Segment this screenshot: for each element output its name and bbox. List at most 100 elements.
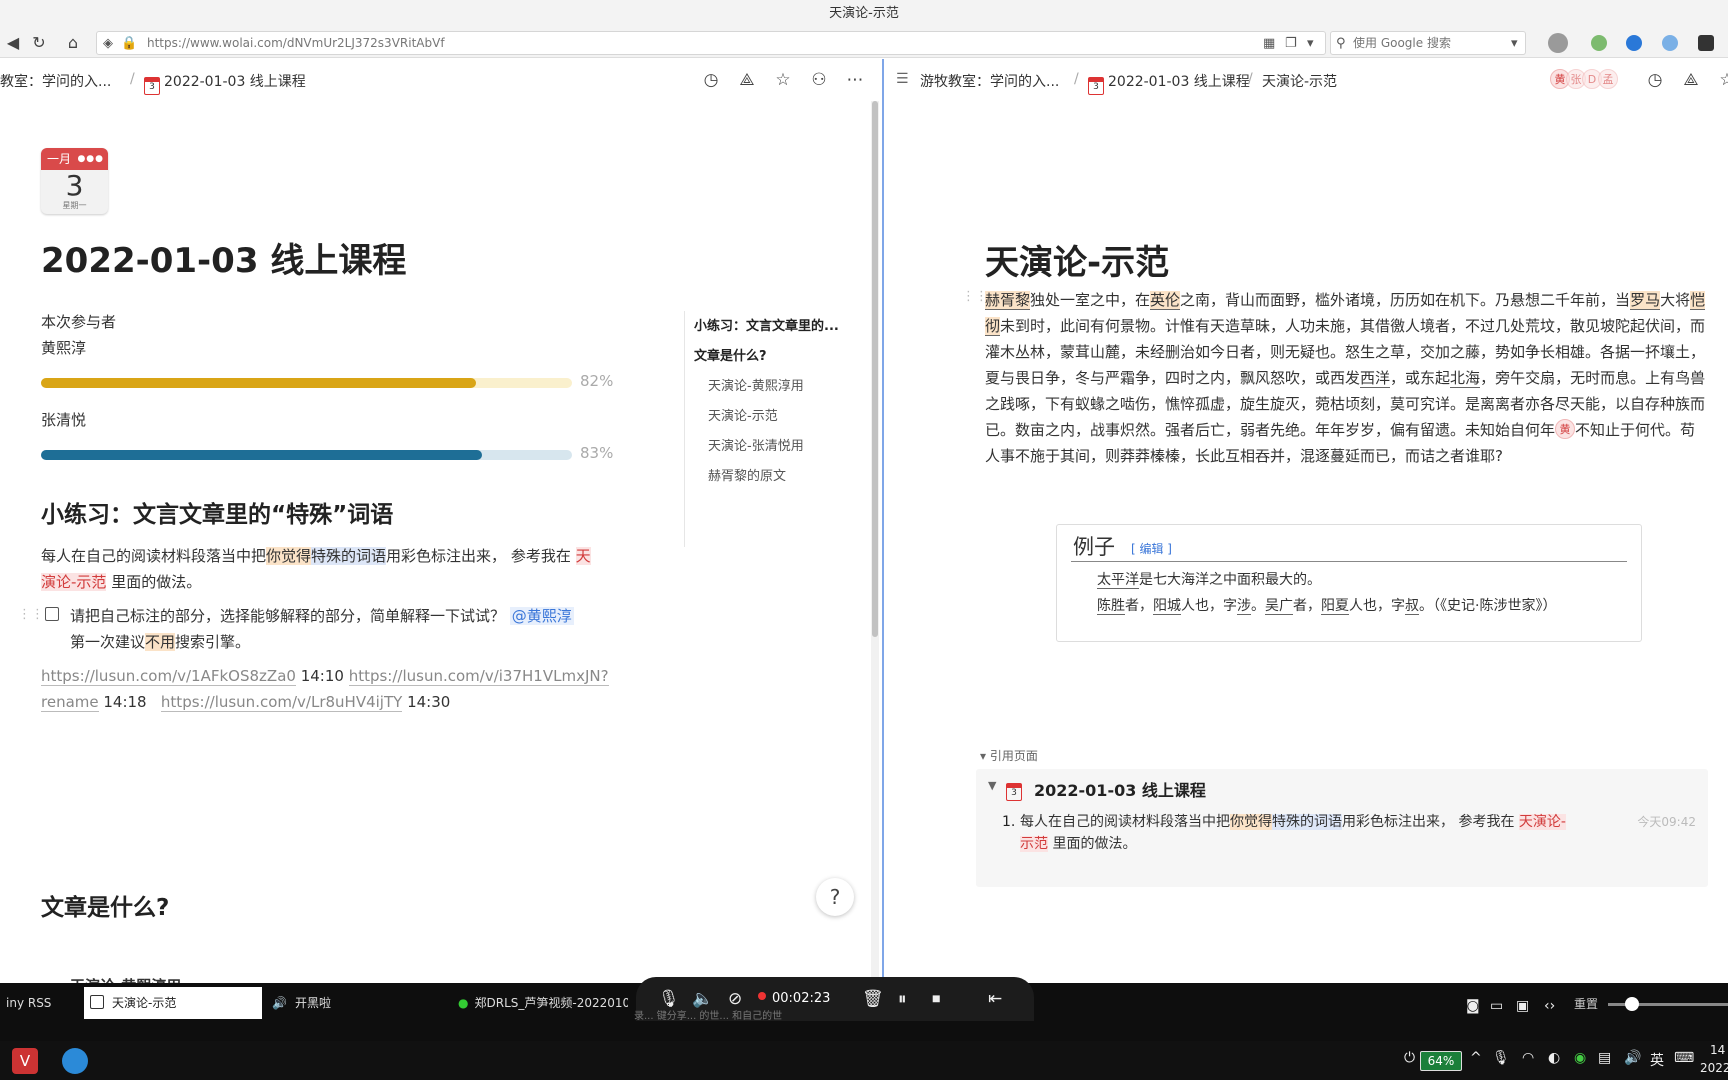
breadcrumb-item[interactable]: 3 2022-01-03 线上课程 <box>1088 71 1250 95</box>
share-user-icon[interactable]: ⚇ <box>808 69 830 91</box>
search-engine-dropdown-icon[interactable]: ▾ <box>1511 33 1518 55</box>
wechat-icon[interactable]: ◉ <box>1574 1050 1586 1066</box>
stop-icon[interactable]: ⏹ <box>932 989 941 1009</box>
task-tab[interactable]: ● 郑DRLS_芦笋视频-2022010 <box>452 987 628 1019</box>
battery-indicator[interactable]: 64% <box>1420 1051 1462 1071</box>
qr-code-icon[interactable]: ▦ <box>1263 33 1275 55</box>
scrollbar[interactable] <box>871 101 879 981</box>
pause-icon[interactable]: ⏸ <box>898 989 907 1009</box>
breadcrumb-item[interactable]: 游牧教室：学问的入... <box>920 71 1059 91</box>
toc-item[interactable]: 天演论-示范 <box>708 405 778 424</box>
dropdown-icon[interactable]: ▾ <box>1307 33 1314 55</box>
breadcrumb-item[interactable]: 教室：学问的入... <box>0 71 111 91</box>
url-field[interactable]: ◈ 🔒 https://www.wolai.com/dNVmUr2LJ372s3… <box>96 31 1326 55</box>
image-icon[interactable]: ▣ <box>1516 996 1529 1016</box>
history-icon[interactable]: ◷ <box>1644 69 1666 91</box>
exercise-paragraph-cont: 演论-示范 里面的做法。 <box>41 573 202 591</box>
code-icon[interactable]: ‹› <box>1544 996 1555 1016</box>
graph-icon[interactable]: ⟁ <box>736 69 758 91</box>
menu-icon[interactable]: ☰ <box>896 71 909 87</box>
backlink-title[interactable]: 2022-01-03 线上课程 <box>1034 777 1206 801</box>
ime-indicator[interactable]: 英 <box>1650 1050 1664 1070</box>
task-tab[interactable]: iny RSS <box>0 987 80 1019</box>
breadcrumb: ☰ 游牧教室：学问的入... / 3 2022-01-03 线上课程 / 天演论-… <box>884 59 1728 101</box>
search-icon: ⚲ <box>1336 36 1346 51</box>
video-link[interactable]: https://lusun.com/v/1AFkOS8zZa0 <box>41 667 296 686</box>
camera-off-icon[interactable]: ⊘ <box>728 989 742 1009</box>
participant-name: 黄熙淳 <box>41 339 87 357</box>
todo-checkbox[interactable] <box>45 607 59 621</box>
window-icon[interactable]: ▭ <box>1490 996 1503 1016</box>
example-edit-link[interactable]: [ 编辑 ] <box>1131 540 1172 557</box>
help-button[interactable]: ? <box>816 878 854 916</box>
home-icon[interactable]: ⌂ <box>62 32 84 54</box>
more-icon[interactable]: ⋯ <box>844 69 866 91</box>
trash-icon[interactable]: 🗑 <box>862 989 884 1009</box>
task-tab[interactable]: 🔊 开黑啦 <box>266 987 446 1019</box>
breadcrumb-item[interactable]: 3 2022-01-03 线上课程 <box>144 71 306 95</box>
sound-icon[interactable]: 🔊 <box>1624 1050 1641 1066</box>
tray-arrow-icon[interactable]: ^ <box>1470 1050 1482 1066</box>
volume-slider-knob[interactable] <box>1625 997 1639 1011</box>
search-input[interactable] <box>1353 34 1503 52</box>
cut-off-item: 天演论-黄熙淳用 <box>70 975 181 983</box>
video-link[interactable]: https://lusun.com/v/Lr8uHV4ijTY <box>160 693 403 712</box>
progress-track <box>41 378 572 388</box>
reset-label[interactable]: 重置 <box>1574 995 1598 1012</box>
microphone-icon[interactable]: 🎙 <box>658 989 680 1009</box>
search-field[interactable]: ⚲ ▾ <box>1330 31 1526 55</box>
clock-time: 14 <box>1710 1043 1726 1057</box>
extension-plane-icon[interactable] <box>1662 35 1678 51</box>
vpn-icon[interactable]: ◐ <box>1548 1050 1560 1066</box>
toc-item[interactable]: 天演论-张清悦用 <box>708 435 804 454</box>
reload-icon[interactable]: ↻ <box>28 32 50 54</box>
history-icon[interactable]: ◷ <box>700 69 722 91</box>
mention-badge[interactable]: 黄 <box>1555 419 1576 439</box>
window-title: 天演论-示范 <box>0 0 1728 28</box>
video-link[interactable]: https://lusun.com/v/i37H1VLmxJN? <box>348 667 609 686</box>
breadcrumb-item[interactable]: 天演论-示范 <box>1262 71 1337 91</box>
keyboard-icon[interactable]: ⌨ <box>1674 1050 1694 1066</box>
page-title: 2022-01-03 线上课程 <box>41 241 407 281</box>
page-link[interactable]: 演论-示范 <box>41 573 107 591</box>
calendar-weekday: 星期一 <box>62 201 87 210</box>
star-icon[interactable]: ☆ <box>1716 69 1728 91</box>
todo-text: 请把自己标注的部分，选择能够解释的部分，简单解释一下试试？ @黄熙淳 <box>70 607 574 625</box>
page-calendar-icon[interactable]: 一月 ●●● 3 星期一 <box>41 148 108 214</box>
video-link[interactable]: rename <box>41 693 99 712</box>
vivaldi-icon[interactable]: V <box>12 1048 38 1074</box>
toc-item[interactable]: 天演论-黄熙淳用 <box>708 375 804 394</box>
speaker-icon[interactable]: 🔈 <box>692 989 713 1009</box>
collaborator-avatars[interactable]: 黄张D孟 <box>1550 69 1618 89</box>
microphone-tray-icon[interactable]: 🎙 <box>1492 1050 1510 1066</box>
star-icon[interactable]: ☆ <box>772 69 794 91</box>
extension-bolt-icon[interactable] <box>1626 35 1642 51</box>
left-pane: 教室：学问的入... / 3 2022-01-03 线上课程 ◷ ⟁ ☆ ⚇ ⋯ … <box>0 59 880 983</box>
toc-item[interactable]: 小练习：文言文章里的... <box>694 315 839 334</box>
graph-icon[interactable]: ⟁ <box>1680 69 1702 91</box>
wifi-icon[interactable]: ◠ <box>1522 1050 1534 1066</box>
extension-dark-icon[interactable] <box>1698 35 1714 51</box>
breadcrumb-separator: / <box>130 71 135 87</box>
back-icon[interactable]: ◀ <box>2 32 24 54</box>
participant-name: 张清悦 <box>41 411 87 429</box>
progress-percent: 83% <box>580 444 614 462</box>
camera-icon[interactable]: ◙ <box>1466 996 1480 1016</box>
drag-handle-icon[interactable]: ⋮⋮ <box>18 607 44 622</box>
page-link[interactable]: 天 <box>575 547 591 565</box>
backlinks-label[interactable]: ▾ 引用页面 <box>980 747 1038 764</box>
toc-item[interactable]: 赫胥黎的原文 <box>708 465 786 484</box>
collapse-triangle-icon[interactable]: ▼ <box>988 779 996 792</box>
task-tab[interactable]: 天演论-示范 <box>84 987 262 1019</box>
bookmark-icon[interactable]: ❐ <box>1285 33 1297 55</box>
clipboard-icon[interactable]: ▤ <box>1598 1050 1611 1066</box>
toc-item[interactable]: 文章是什么? <box>694 345 767 364</box>
extension-green-icon[interactable] <box>1591 35 1607 51</box>
article-paragraph: 赫胥黎独处一室之中，在英伦之南，背山而面野，槛外诸境，历历如在机下。乃悬想二千年… <box>985 291 1706 465</box>
scrollbar-thumb[interactable] <box>872 101 878 637</box>
edge-icon[interactable] <box>62 1048 88 1074</box>
mention-tag[interactable]: @黄熙淳 <box>509 607 574 625</box>
profile-avatar[interactable] <box>1548 33 1568 53</box>
url-text[interactable]: https://www.wolai.com/dNVmUr2LJ372s3VRit… <box>147 32 445 54</box>
collapse-icon[interactable]: ⇤ <box>988 989 1002 1009</box>
